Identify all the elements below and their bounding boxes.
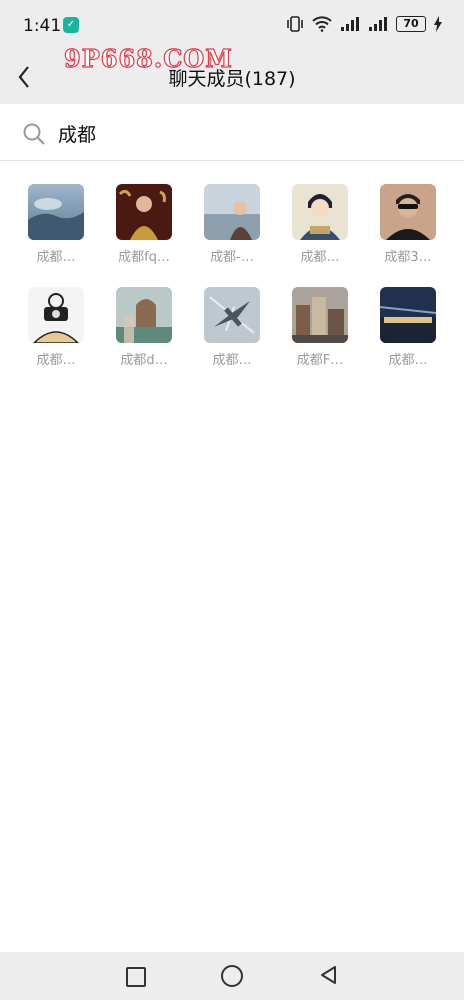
recent-apps-button[interactable] xyxy=(126,967,146,987)
member-item[interactable]: 成都… xyxy=(366,287,450,368)
watermark-text: 9P668.COM xyxy=(63,43,233,73)
member-item[interactable]: 成都fq… xyxy=(102,184,186,265)
member-name: 成都… xyxy=(212,353,252,368)
search-input[interactable]: 成都 xyxy=(58,120,96,147)
member-item[interactable]: 成都… xyxy=(278,184,362,265)
battery-indicator: 70 xyxy=(396,16,426,32)
member-item[interactable]: 成都3… xyxy=(366,184,450,265)
wifi-icon xyxy=(312,16,332,32)
member-avatar xyxy=(380,287,436,343)
search-icon xyxy=(23,123,45,145)
status-time: 1:41 xyxy=(23,16,62,36)
member-name: 成都… xyxy=(300,250,340,265)
home-button[interactable] xyxy=(221,965,243,987)
member-name: 成都-… xyxy=(210,250,254,265)
member-avatar xyxy=(292,287,348,343)
member-item[interactable]: 成都F… xyxy=(278,287,362,368)
member-name: 成都F… xyxy=(296,353,344,368)
system-nav-bar xyxy=(0,952,464,1000)
charging-icon xyxy=(434,16,442,32)
member-avatar xyxy=(380,184,436,240)
member-avatar xyxy=(204,287,260,343)
member-avatar xyxy=(28,287,84,343)
member-name: 成都fq… xyxy=(118,250,170,265)
member-item[interactable]: 成都d… xyxy=(102,287,186,368)
member-item[interactable]: 成都-… xyxy=(190,184,274,265)
member-item[interactable]: 成都… xyxy=(14,184,98,265)
member-avatar xyxy=(116,184,172,240)
member-name: 成都3… xyxy=(384,250,432,265)
member-avatar xyxy=(204,184,260,240)
member-name: 成都d… xyxy=(120,353,168,368)
member-name: 成都… xyxy=(388,353,428,368)
member-item[interactable]: 成都… xyxy=(190,287,274,368)
member-name: 成都… xyxy=(36,250,76,265)
member-avatar xyxy=(116,287,172,343)
signal-icon-1 xyxy=(341,17,359,31)
member-avatar xyxy=(28,184,84,240)
member-avatar xyxy=(292,184,348,240)
search-bar[interactable]: 成都 xyxy=(0,104,464,161)
member-item[interactable]: 成都… xyxy=(14,287,98,368)
vibrate-icon xyxy=(287,16,303,32)
status-icons: 70 xyxy=(286,16,442,32)
nav-back-button[interactable] xyxy=(318,964,340,986)
app-notification-icon: ✓ xyxy=(63,17,79,33)
signal-icon-2 xyxy=(369,17,387,31)
member-name: 成都… xyxy=(36,353,76,368)
